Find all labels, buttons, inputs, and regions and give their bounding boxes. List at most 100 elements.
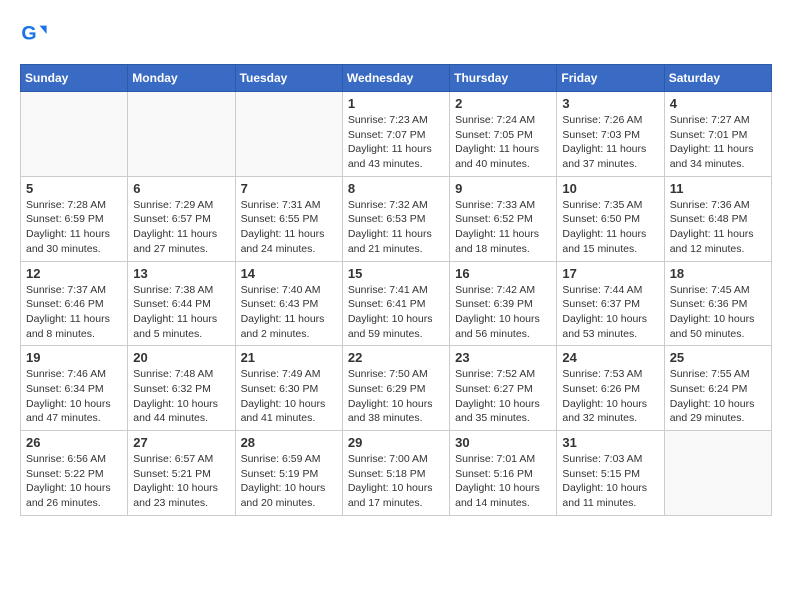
day-number: 23 [455, 350, 551, 365]
day-info: Sunrise: 7:00 AM Sunset: 5:18 PM Dayligh… [348, 452, 444, 511]
day-info: Sunrise: 7:45 AM Sunset: 6:36 PM Dayligh… [670, 283, 766, 342]
calendar-cell: 12 Sunrise: 7:37 AM Sunset: 6:46 PM Dayli… [21, 261, 128, 346]
day-number: 1 [348, 96, 444, 111]
calendar-cell: 11 Sunrise: 7:36 AM Sunset: 6:48 PM Dayli… [664, 176, 771, 261]
weekday-header-thursday: Thursday [450, 65, 557, 92]
calendar-cell: 15 Sunrise: 7:41 AM Sunset: 6:41 PM Dayli… [342, 261, 449, 346]
day-number: 20 [133, 350, 229, 365]
day-info: Sunrise: 7:35 AM Sunset: 6:50 PM Dayligh… [562, 198, 658, 257]
calendar-cell: 4 Sunrise: 7:27 AM Sunset: 7:01 PM Daylig… [664, 92, 771, 177]
calendar-cell: 6 Sunrise: 7:29 AM Sunset: 6:57 PM Daylig… [128, 176, 235, 261]
day-number: 16 [455, 266, 551, 281]
day-number: 9 [455, 181, 551, 196]
calendar-week-row: 5Sunrise: 7:28 AM Sunset: 6:59 PM Daylig… [21, 176, 772, 261]
day-number: 18 [670, 266, 766, 281]
calendar-cell: 8 Sunrise: 7:32 AM Sunset: 6:53 PM Daylig… [342, 176, 449, 261]
calendar-cell: 3 Sunrise: 7:26 AM Sunset: 7:03 PM Daylig… [557, 92, 664, 177]
svg-text:G: G [21, 23, 36, 45]
day-number: 26 [26, 435, 122, 450]
day-info: Sunrise: 7:42 AM Sunset: 6:39 PM Dayligh… [455, 283, 551, 342]
calendar-cell: 18 Sunrise: 7:45 AM Sunset: 6:36 PM Dayli… [664, 261, 771, 346]
day-info: Sunrise: 6:59 AM Sunset: 5:19 PM Dayligh… [241, 452, 337, 511]
day-info: Sunrise: 7:46 AM Sunset: 6:34 PM Dayligh… [26, 367, 122, 426]
calendar-cell: 7 Sunrise: 7:31 AM Sunset: 6:55 PM Daylig… [235, 176, 342, 261]
day-number: 3 [562, 96, 658, 111]
calendar-cell: 17 Sunrise: 7:44 AM Sunset: 6:37 PM Dayli… [557, 261, 664, 346]
calendar-cell: 25 Sunrise: 7:55 AM Sunset: 6:24 PM Dayli… [664, 346, 771, 431]
calendar-cell: 13Sunrise: 7:38 AM Sunset: 6:44 PM Dayli… [128, 261, 235, 346]
day-info: Sunrise: 7:48 AM Sunset: 6:32 PM Dayligh… [133, 367, 229, 426]
day-info: Sunrise: 7:41 AM Sunset: 6:41 PM Dayligh… [348, 283, 444, 342]
day-number: 31 [562, 435, 658, 450]
calendar-cell: 19 Sunrise: 7:46 AM Sunset: 6:34 PM Dayli… [21, 346, 128, 431]
day-number: 25 [670, 350, 766, 365]
logo-icon: G [20, 20, 48, 48]
calendar-cell: 31Sunrise: 7:03 AM Sunset: 5:15 PM Dayli… [557, 431, 664, 516]
calendar-cell [21, 92, 128, 177]
logo: G [20, 20, 54, 48]
weekday-header-saturday: Saturday [664, 65, 771, 92]
day-info: Sunrise: 7:26 AM Sunset: 7:03 PM Dayligh… [562, 113, 658, 172]
calendar-cell: 22Sunrise: 7:50 AM Sunset: 6:29 PM Dayli… [342, 346, 449, 431]
calendar-cell: 9 Sunrise: 7:33 AM Sunset: 6:52 PM Daylig… [450, 176, 557, 261]
day-info: Sunrise: 6:57 AM Sunset: 5:21 PM Dayligh… [133, 452, 229, 511]
calendar-cell: 14Sunrise: 7:40 AM Sunset: 6:43 PM Dayli… [235, 261, 342, 346]
day-number: 4 [670, 96, 766, 111]
calendar-cell: 21Sunrise: 7:49 AM Sunset: 6:30 PM Dayli… [235, 346, 342, 431]
day-number: 12 [26, 266, 122, 281]
calendar-cell: 26 Sunrise: 6:56 AM Sunset: 5:22 PM Dayli… [21, 431, 128, 516]
day-info: Sunrise: 7:55 AM Sunset: 6:24 PM Dayligh… [670, 367, 766, 426]
calendar-cell: 27 Sunrise: 6:57 AM Sunset: 5:21 PM Dayli… [128, 431, 235, 516]
calendar-cell: 1 Sunrise: 7:23 AM Sunset: 7:07 PM Daylig… [342, 92, 449, 177]
day-number: 19 [26, 350, 122, 365]
day-number: 11 [670, 181, 766, 196]
calendar-cell: 2 Sunrise: 7:24 AM Sunset: 7:05 PM Daylig… [450, 92, 557, 177]
day-number: 6 [133, 181, 229, 196]
calendar-week-row: 1 Sunrise: 7:23 AM Sunset: 7:07 PM Daylig… [21, 92, 772, 177]
day-info: Sunrise: 7:01 AM Sunset: 5:16 PM Dayligh… [455, 452, 551, 511]
calendar-week-row: 12 Sunrise: 7:37 AM Sunset: 6:46 PM Dayli… [21, 261, 772, 346]
day-info: Sunrise: 7:31 AM Sunset: 6:55 PM Dayligh… [241, 198, 337, 257]
calendar-cell: 10 Sunrise: 7:35 AM Sunset: 6:50 PM Dayli… [557, 176, 664, 261]
calendar-cell: 24Sunrise: 7:53 AM Sunset: 6:26 PM Dayli… [557, 346, 664, 431]
calendar-cell: 20 Sunrise: 7:48 AM Sunset: 6:32 PM Dayli… [128, 346, 235, 431]
weekday-header-wednesday: Wednesday [342, 65, 449, 92]
calendar-week-row: 26 Sunrise: 6:56 AM Sunset: 5:22 PM Dayli… [21, 431, 772, 516]
weekday-header-tuesday: Tuesday [235, 65, 342, 92]
calendar-cell: 23Sunrise: 7:52 AM Sunset: 6:27 PM Dayli… [450, 346, 557, 431]
calendar-cell [235, 92, 342, 177]
day-number: 27 [133, 435, 229, 450]
day-number: 10 [562, 181, 658, 196]
calendar-cell: 28 Sunrise: 6:59 AM Sunset: 5:19 PM Dayli… [235, 431, 342, 516]
day-info: Sunrise: 7:36 AM Sunset: 6:48 PM Dayligh… [670, 198, 766, 257]
day-info: Sunrise: 7:24 AM Sunset: 7:05 PM Dayligh… [455, 113, 551, 172]
day-info: Sunrise: 7:27 AM Sunset: 7:01 PM Dayligh… [670, 113, 766, 172]
day-info: Sunrise: 6:56 AM Sunset: 5:22 PM Dayligh… [26, 452, 122, 511]
calendar-cell: 29 Sunrise: 7:00 AM Sunset: 5:18 PM Dayli… [342, 431, 449, 516]
weekday-header-friday: Friday [557, 65, 664, 92]
calendar-table: SundayMondayTuesdayWednesdayThursdayFrid… [20, 64, 772, 516]
day-number: 29 [348, 435, 444, 450]
day-number: 8 [348, 181, 444, 196]
day-info: Sunrise: 7:44 AM Sunset: 6:37 PM Dayligh… [562, 283, 658, 342]
day-info: Sunrise: 7:29 AM Sunset: 6:57 PM Dayligh… [133, 198, 229, 257]
day-number: 24 [562, 350, 658, 365]
calendar-week-row: 19 Sunrise: 7:46 AM Sunset: 6:34 PM Dayli… [21, 346, 772, 431]
day-info: Sunrise: 7:28 AM Sunset: 6:59 PM Dayligh… [26, 198, 122, 257]
day-number: 7 [241, 181, 337, 196]
calendar-cell: 30 Sunrise: 7:01 AM Sunset: 5:16 PM Dayli… [450, 431, 557, 516]
day-number: 17 [562, 266, 658, 281]
day-number: 13 [133, 266, 229, 281]
day-info: Sunrise: 7:33 AM Sunset: 6:52 PM Dayligh… [455, 198, 551, 257]
day-number: 28 [241, 435, 337, 450]
day-number: 30 [455, 435, 551, 450]
day-info: Sunrise: 7:32 AM Sunset: 6:53 PM Dayligh… [348, 198, 444, 257]
calendar-cell [664, 431, 771, 516]
day-number: 15 [348, 266, 444, 281]
day-info: Sunrise: 7:37 AM Sunset: 6:46 PM Dayligh… [26, 283, 122, 342]
day-info: Sunrise: 7:23 AM Sunset: 7:07 PM Dayligh… [348, 113, 444, 172]
weekday-header-row: SundayMondayTuesdayWednesdayThursdayFrid… [21, 65, 772, 92]
day-number: 2 [455, 96, 551, 111]
weekday-header-monday: Monday [128, 65, 235, 92]
day-number: 21 [241, 350, 337, 365]
